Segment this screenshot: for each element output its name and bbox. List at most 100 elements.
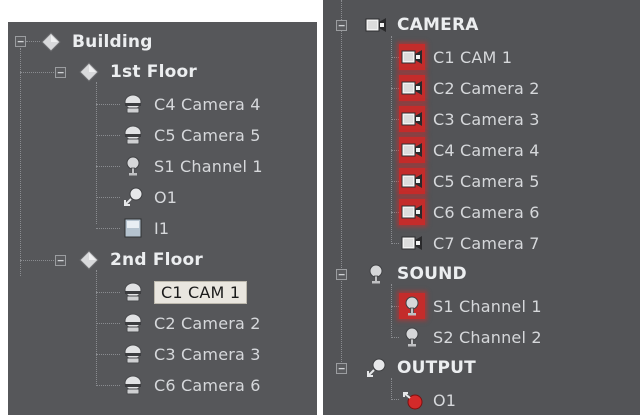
diamond-icon (76, 59, 102, 85)
tree-group-output[interactable]: OUTPUT (363, 354, 476, 382)
tree-item-label: C3 Camera 3 (433, 109, 540, 129)
tree-item-s1-channel-1[interactable]: S1 Channel 1 (120, 152, 263, 180)
tree-connector (391, 337, 399, 338)
camera-icon (399, 44, 425, 70)
microphone-icon (399, 293, 425, 319)
tree-connector (391, 150, 399, 151)
tree-item-c2-camera-2[interactable]: C2 Camera 2 (399, 74, 540, 102)
tree-node-2nd-floor[interactable]: 2nd Floor (76, 246, 203, 274)
tree-item-label: S1 Channel 1 (154, 156, 263, 176)
device-type-tree-panel: − − − CAMERA C1 CAM 1 C2 Camera 2 C3 Cam… (323, 0, 640, 415)
tree-node-label: 2nd Floor (110, 250, 204, 270)
tree-item-c5-camera-5[interactable]: C5 Camera 5 (120, 121, 261, 149)
tree-item-label-selected: C1 CAM 1 (154, 280, 248, 304)
tree-item-o1[interactable]: O1 (399, 386, 456, 414)
camera-icon (399, 75, 425, 101)
input-icon (120, 215, 146, 241)
tree-node-label: 1st Floor (110, 62, 197, 82)
dome-camera-icon (120, 91, 146, 117)
tree-item-c2-camera-2[interactable]: C2 Camera 2 (120, 309, 261, 337)
tree-item-c6-camera-6[interactable]: C6 Camera 6 (120, 371, 261, 399)
tree-item-label: C1 CAM 1 (433, 47, 513, 67)
tree-connector (391, 399, 399, 400)
camera-icon (399, 137, 425, 163)
tree-connector (96, 104, 120, 105)
camera-icon (399, 230, 425, 256)
microphone-icon (363, 261, 389, 287)
tree-item-label: C6 Camera 6 (433, 202, 540, 222)
output-icon (120, 184, 146, 210)
tree-group-camera[interactable]: CAMERA (363, 11, 479, 39)
tree-item-s2-channel-2[interactable]: S2 Channel 2 (399, 323, 542, 351)
tree-item-label: C3 Camera 3 (154, 344, 261, 364)
tree-item-label: S2 Channel 2 (433, 327, 542, 347)
dome-camera-icon (120, 372, 146, 398)
tree-connector (96, 354, 120, 355)
tree-connector (96, 135, 120, 136)
tree-item-o1[interactable]: O1 (120, 183, 177, 211)
tree-item-c4-camera-4[interactable]: C4 Camera 4 (399, 136, 540, 164)
tree-connector (391, 119, 399, 120)
tree-group-label: CAMERA (397, 15, 479, 35)
tree-item-s1-channel-1[interactable]: S1 Channel 1 (399, 292, 542, 320)
tree-item-label: S1 Channel 1 (433, 296, 542, 316)
microphone-icon (399, 324, 425, 350)
tree-item-c1-cam-1[interactable]: C1 CAM 1 (399, 43, 512, 71)
tree-item-label: C7 Camera 7 (433, 233, 540, 253)
tree-connector (391, 243, 399, 244)
tree-node-1st-floor[interactable]: 1st Floor (76, 58, 197, 86)
tree-item-c3-camera-3[interactable]: C3 Camera 3 (399, 105, 540, 133)
tree-node-building[interactable]: Building (38, 28, 153, 56)
tree-item-c1-cam-1[interactable]: C1 CAM 1 (120, 278, 248, 306)
tree-connector (96, 228, 120, 229)
collapse-toggle-output[interactable]: − (336, 363, 347, 374)
tree-item-label: C5 Camera 5 (433, 171, 540, 191)
tree-connector (96, 166, 120, 167)
tree-connector (96, 197, 120, 198)
camera-icon (399, 168, 425, 194)
tree-group-label: OUTPUT (397, 358, 476, 378)
collapse-toggle-camera[interactable]: − (336, 20, 347, 31)
tree-connector (96, 292, 120, 293)
dome-camera-icon (120, 310, 146, 336)
dome-camera-icon (120, 122, 146, 148)
tree-item-label: I1 (154, 218, 170, 238)
tree-group-sound[interactable]: SOUND (363, 260, 467, 288)
tree-item-label: C2 Camera 2 (433, 78, 540, 98)
tree-node-label: Building (72, 32, 153, 52)
tree-item-label: C2 Camera 2 (154, 313, 261, 333)
tree-item-label: C5 Camera 5 (154, 125, 261, 145)
collapse-toggle-sound[interactable]: − (336, 269, 347, 280)
tree-connector (391, 57, 399, 58)
tree-connector (96, 323, 120, 324)
tree-connector (20, 48, 21, 276)
tree-item-c7-camera-7[interactable]: C7 Camera 7 (399, 229, 540, 257)
collapse-toggle-1st-floor[interactable]: − (55, 67, 66, 78)
tree-item-c4-camera-4[interactable]: C4 Camera 4 (120, 90, 261, 118)
tree-connector (391, 88, 399, 89)
tree-item-c5-camera-5[interactable]: C5 Camera 5 (399, 167, 540, 195)
tree-connector (341, 0, 342, 370)
tree-item-i1[interactable]: I1 (120, 214, 169, 242)
tree-item-label: C6 Camera 6 (154, 375, 261, 395)
diamond-icon (76, 247, 102, 273)
tree-item-label: C4 Camera 4 (154, 94, 261, 114)
tree-item-c3-camera-3[interactable]: C3 Camera 3 (120, 340, 261, 368)
output-active-icon (399, 387, 425, 413)
diamond-icon (38, 29, 64, 55)
camera-icon (399, 106, 425, 132)
tree-connector (391, 284, 392, 338)
tree-connector (391, 181, 399, 182)
collapse-toggle-building[interactable]: − (15, 36, 26, 47)
dome-camera-icon (120, 279, 146, 305)
collapse-toggle-2nd-floor[interactable]: − (55, 255, 66, 266)
tree-connector (96, 385, 120, 386)
camera-icon (363, 12, 389, 38)
dome-camera-icon (120, 341, 146, 367)
tree-item-c6-camera-6[interactable]: C6 Camera 6 (399, 198, 540, 226)
building-tree-panel: − − − Building 1st Floor C4 Camera 4 C5 … (8, 22, 317, 415)
tree-connector (391, 306, 399, 307)
tree-item-label: O1 (433, 390, 457, 410)
tree-item-label: C4 Camera 4 (433, 140, 540, 160)
tree-connector (96, 270, 97, 386)
